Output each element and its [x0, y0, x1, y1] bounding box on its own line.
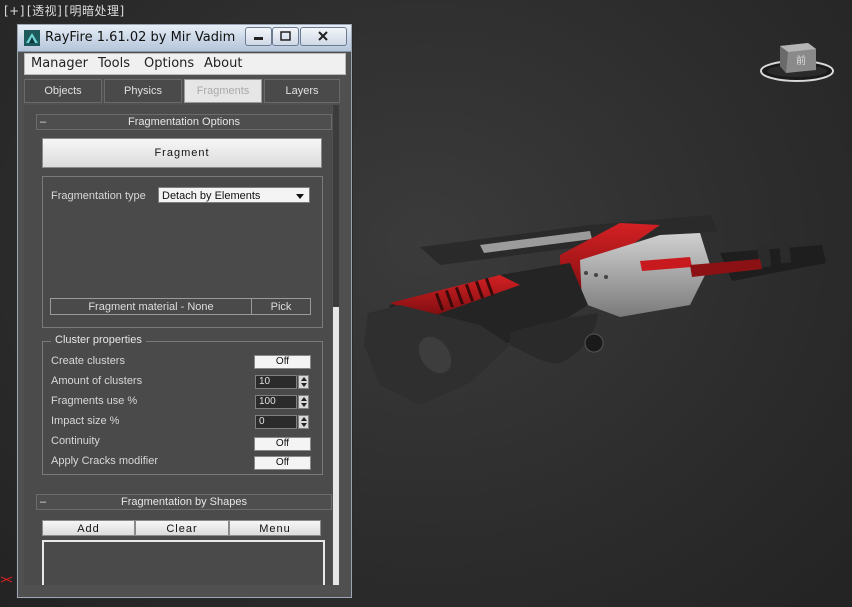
- shapes-list[interactable]: [42, 540, 325, 585]
- dropdown-arrow-icon: [296, 194, 304, 199]
- fragment-material-button[interactable]: Fragment material - None: [50, 298, 252, 315]
- tab-objects[interactable]: Objects: [24, 79, 102, 103]
- continuity-label: Continuity: [51, 435, 100, 447]
- menu-about[interactable]: About: [204, 56, 242, 71]
- rayfire-window[interactable]: RayFire 1.61.02 by Mir Vadim Manager Too…: [17, 24, 352, 598]
- rollout-title: Fragmentation Options: [128, 116, 240, 128]
- fragmentation-type-dropdown[interactable]: Detach by Elements: [158, 187, 310, 203]
- minimize-button[interactable]: [245, 27, 272, 46]
- apply-cracks-label: Apply Cracks modifier: [51, 455, 158, 467]
- minimize-icon: [254, 37, 263, 40]
- create-clusters-toggle[interactable]: Off: [254, 355, 311, 369]
- close-button[interactable]: [300, 27, 347, 46]
- pick-material-button[interactable]: Pick: [251, 298, 311, 315]
- gun-model-render[interactable]: [360, 205, 830, 415]
- spinner-arrows-icon[interactable]: [298, 395, 309, 409]
- viewcube-icon[interactable]: 前: [760, 38, 834, 84]
- panel-scrollbar-thumb[interactable]: [333, 307, 339, 585]
- viewport-label[interactable]: [+] [透视] [明暗处理]: [4, 2, 127, 19]
- close-icon: [318, 31, 328, 41]
- maximize-button[interactable]: [272, 27, 299, 46]
- apply-cracks-toggle[interactable]: Off: [254, 456, 311, 470]
- continuity-toggle[interactable]: Off: [254, 437, 311, 451]
- rollout-title: Fragmentation by Shapes: [121, 496, 247, 508]
- menu-manager[interactable]: Manager: [31, 56, 88, 71]
- fragmentation-type-value: Detach by Elements: [162, 190, 261, 202]
- viewport-plus-menu[interactable]: [+]: [4, 4, 25, 18]
- collapse-icon: –: [40, 116, 47, 128]
- tab-bar: Objects Physics Fragments Layers: [24, 79, 340, 103]
- shapes-menu-button[interactable]: Menu: [229, 520, 321, 536]
- tab-layers[interactable]: Layers: [264, 79, 340, 103]
- tab-fragments[interactable]: Fragments: [184, 79, 262, 103]
- fragments-use-value[interactable]: 100: [255, 395, 297, 409]
- impact-size-label: Impact size %: [51, 415, 120, 427]
- viewcube-face-label: 前: [796, 54, 806, 67]
- window-title: RayFire 1.61.02 by Mir Vadim: [45, 30, 236, 45]
- menu-bar: Manager Tools Options About: [24, 53, 346, 75]
- collapse-icon: –: [40, 496, 47, 508]
- add-shape-button[interactable]: Add: [42, 520, 135, 536]
- viewport-view-menu[interactable]: [透视]: [27, 4, 62, 18]
- rollout-fragmentation-by-shapes[interactable]: – Fragmentation by Shapes: [36, 494, 332, 510]
- impact-size-value[interactable]: 0: [255, 415, 297, 429]
- window-titlebar[interactable]: RayFire 1.61.02 by Mir Vadim: [18, 25, 351, 52]
- spinner-arrows-icon[interactable]: [298, 375, 309, 389]
- fragmentation-type-label: Fragmentation type: [51, 190, 146, 202]
- cluster-properties-title: Cluster properties: [51, 334, 146, 346]
- amount-of-clusters-value[interactable]: 10: [255, 375, 297, 389]
- amount-of-clusters-label: Amount of clusters: [51, 375, 143, 387]
- menu-options[interactable]: Options: [144, 56, 194, 71]
- spinner-arrows-icon[interactable]: [298, 415, 309, 429]
- clear-shapes-button[interactable]: Clear: [135, 520, 229, 536]
- rollout-fragmentation-options[interactable]: – Fragmentation Options: [36, 114, 332, 130]
- fragments-panel: – Fragmentation Options Fragment Fragmen…: [24, 105, 332, 585]
- menu-tools[interactable]: Tools: [98, 56, 130, 71]
- maximize-icon: [280, 31, 291, 41]
- tab-physics[interactable]: Physics: [104, 79, 182, 103]
- create-clusters-label: Create clusters: [51, 355, 125, 367]
- axis-tripod-icon: [0, 576, 13, 583]
- fragments-use-label: Fragments use %: [51, 395, 138, 407]
- fragment-button[interactable]: Fragment: [42, 138, 322, 168]
- app-logo-icon: [24, 30, 40, 46]
- viewport-shading-menu[interactable]: [明暗处理]: [64, 4, 124, 18]
